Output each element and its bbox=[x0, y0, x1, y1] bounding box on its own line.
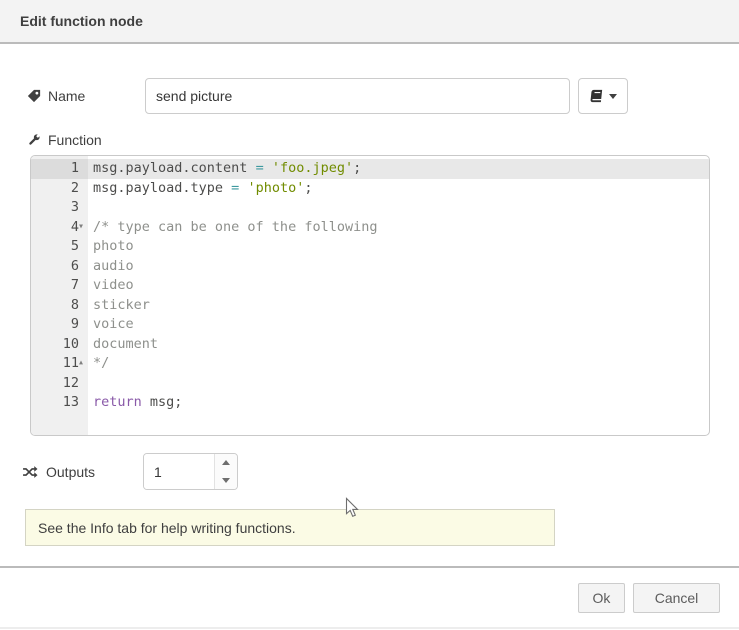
code-line: msg.payload.content = 'foo.jpeg'; bbox=[88, 159, 709, 179]
name-label-text: Name bbox=[48, 88, 85, 104]
line-number: 8 bbox=[31, 296, 88, 316]
code-line: msg.payload.type = 'photo'; bbox=[88, 179, 709, 199]
outputs-input[interactable] bbox=[144, 454, 214, 489]
line-number: 4▾ bbox=[31, 218, 88, 238]
cancel-button[interactable]: Cancel bbox=[633, 583, 720, 613]
name-input[interactable] bbox=[145, 78, 570, 114]
editor-gutter-rows: 1234▾567891011▴1213 bbox=[31, 156, 88, 435]
dialog-header: Edit function node bbox=[0, 0, 739, 44]
fold-down-icon[interactable]: ▾ bbox=[78, 217, 88, 237]
outputs-label-text: Outputs bbox=[46, 464, 95, 480]
footer-divider bbox=[0, 566, 739, 568]
wrench-icon bbox=[27, 133, 41, 147]
edit-function-dialog: Edit function node Name Function bbox=[0, 0, 739, 630]
line-number: 2 bbox=[31, 179, 88, 199]
line-number: 9 bbox=[31, 315, 88, 335]
function-label: Function bbox=[27, 131, 102, 149]
fold-up-icon[interactable]: ▴ bbox=[78, 353, 88, 373]
code-line: photo bbox=[88, 237, 709, 257]
info-tip: See the Info tab for help writing functi… bbox=[25, 509, 555, 546]
spinner-down-button[interactable] bbox=[215, 472, 237, 490]
line-number: 6 bbox=[31, 257, 88, 277]
code-line: voice bbox=[88, 315, 709, 335]
bottom-border bbox=[0, 627, 739, 629]
function-label-text: Function bbox=[48, 132, 102, 148]
outputs-spinner bbox=[143, 453, 238, 490]
spinner-up-button[interactable] bbox=[215, 454, 237, 472]
line-number: 7 bbox=[31, 276, 88, 296]
editor-code-rows: msg.payload.content = 'foo.jpeg';msg.pay… bbox=[88, 156, 709, 435]
code-line: /* type can be one of the following bbox=[88, 218, 709, 238]
code-line: audio bbox=[88, 257, 709, 277]
line-number: 12 bbox=[31, 374, 88, 394]
code-line bbox=[88, 374, 709, 394]
outputs-label: Outputs bbox=[22, 453, 95, 490]
line-number: 5 bbox=[31, 237, 88, 257]
line-number: 11▴ bbox=[31, 354, 88, 374]
code-line: document bbox=[88, 335, 709, 355]
tag-icon bbox=[27, 89, 41, 103]
shuffle-icon bbox=[22, 465, 39, 479]
function-code-editor[interactable]: 1234▾567891011▴1213 msg.payload.content … bbox=[30, 155, 710, 436]
book-icon bbox=[590, 89, 604, 103]
spinner-buttons bbox=[214, 454, 237, 489]
code-line bbox=[88, 198, 709, 218]
arrow-down-icon bbox=[222, 478, 230, 483]
line-number: 13 bbox=[31, 393, 88, 413]
line-number: 10 bbox=[31, 335, 88, 355]
code-line: sticker bbox=[88, 296, 709, 316]
arrow-up-icon bbox=[222, 460, 230, 465]
code-line: video bbox=[88, 276, 709, 296]
code-line: return msg; bbox=[88, 393, 709, 413]
line-number: 3 bbox=[31, 198, 88, 218]
caret-down-icon bbox=[609, 94, 617, 99]
ok-button[interactable]: Ok bbox=[578, 583, 625, 613]
library-dropdown-button[interactable] bbox=[578, 78, 628, 114]
info-tip-text: See the Info tab for help writing functi… bbox=[38, 520, 296, 536]
code-line: */ bbox=[88, 354, 709, 374]
dialog-title: Edit function node bbox=[20, 13, 143, 29]
name-label: Name bbox=[27, 78, 85, 114]
line-number: 1 bbox=[31, 159, 88, 179]
